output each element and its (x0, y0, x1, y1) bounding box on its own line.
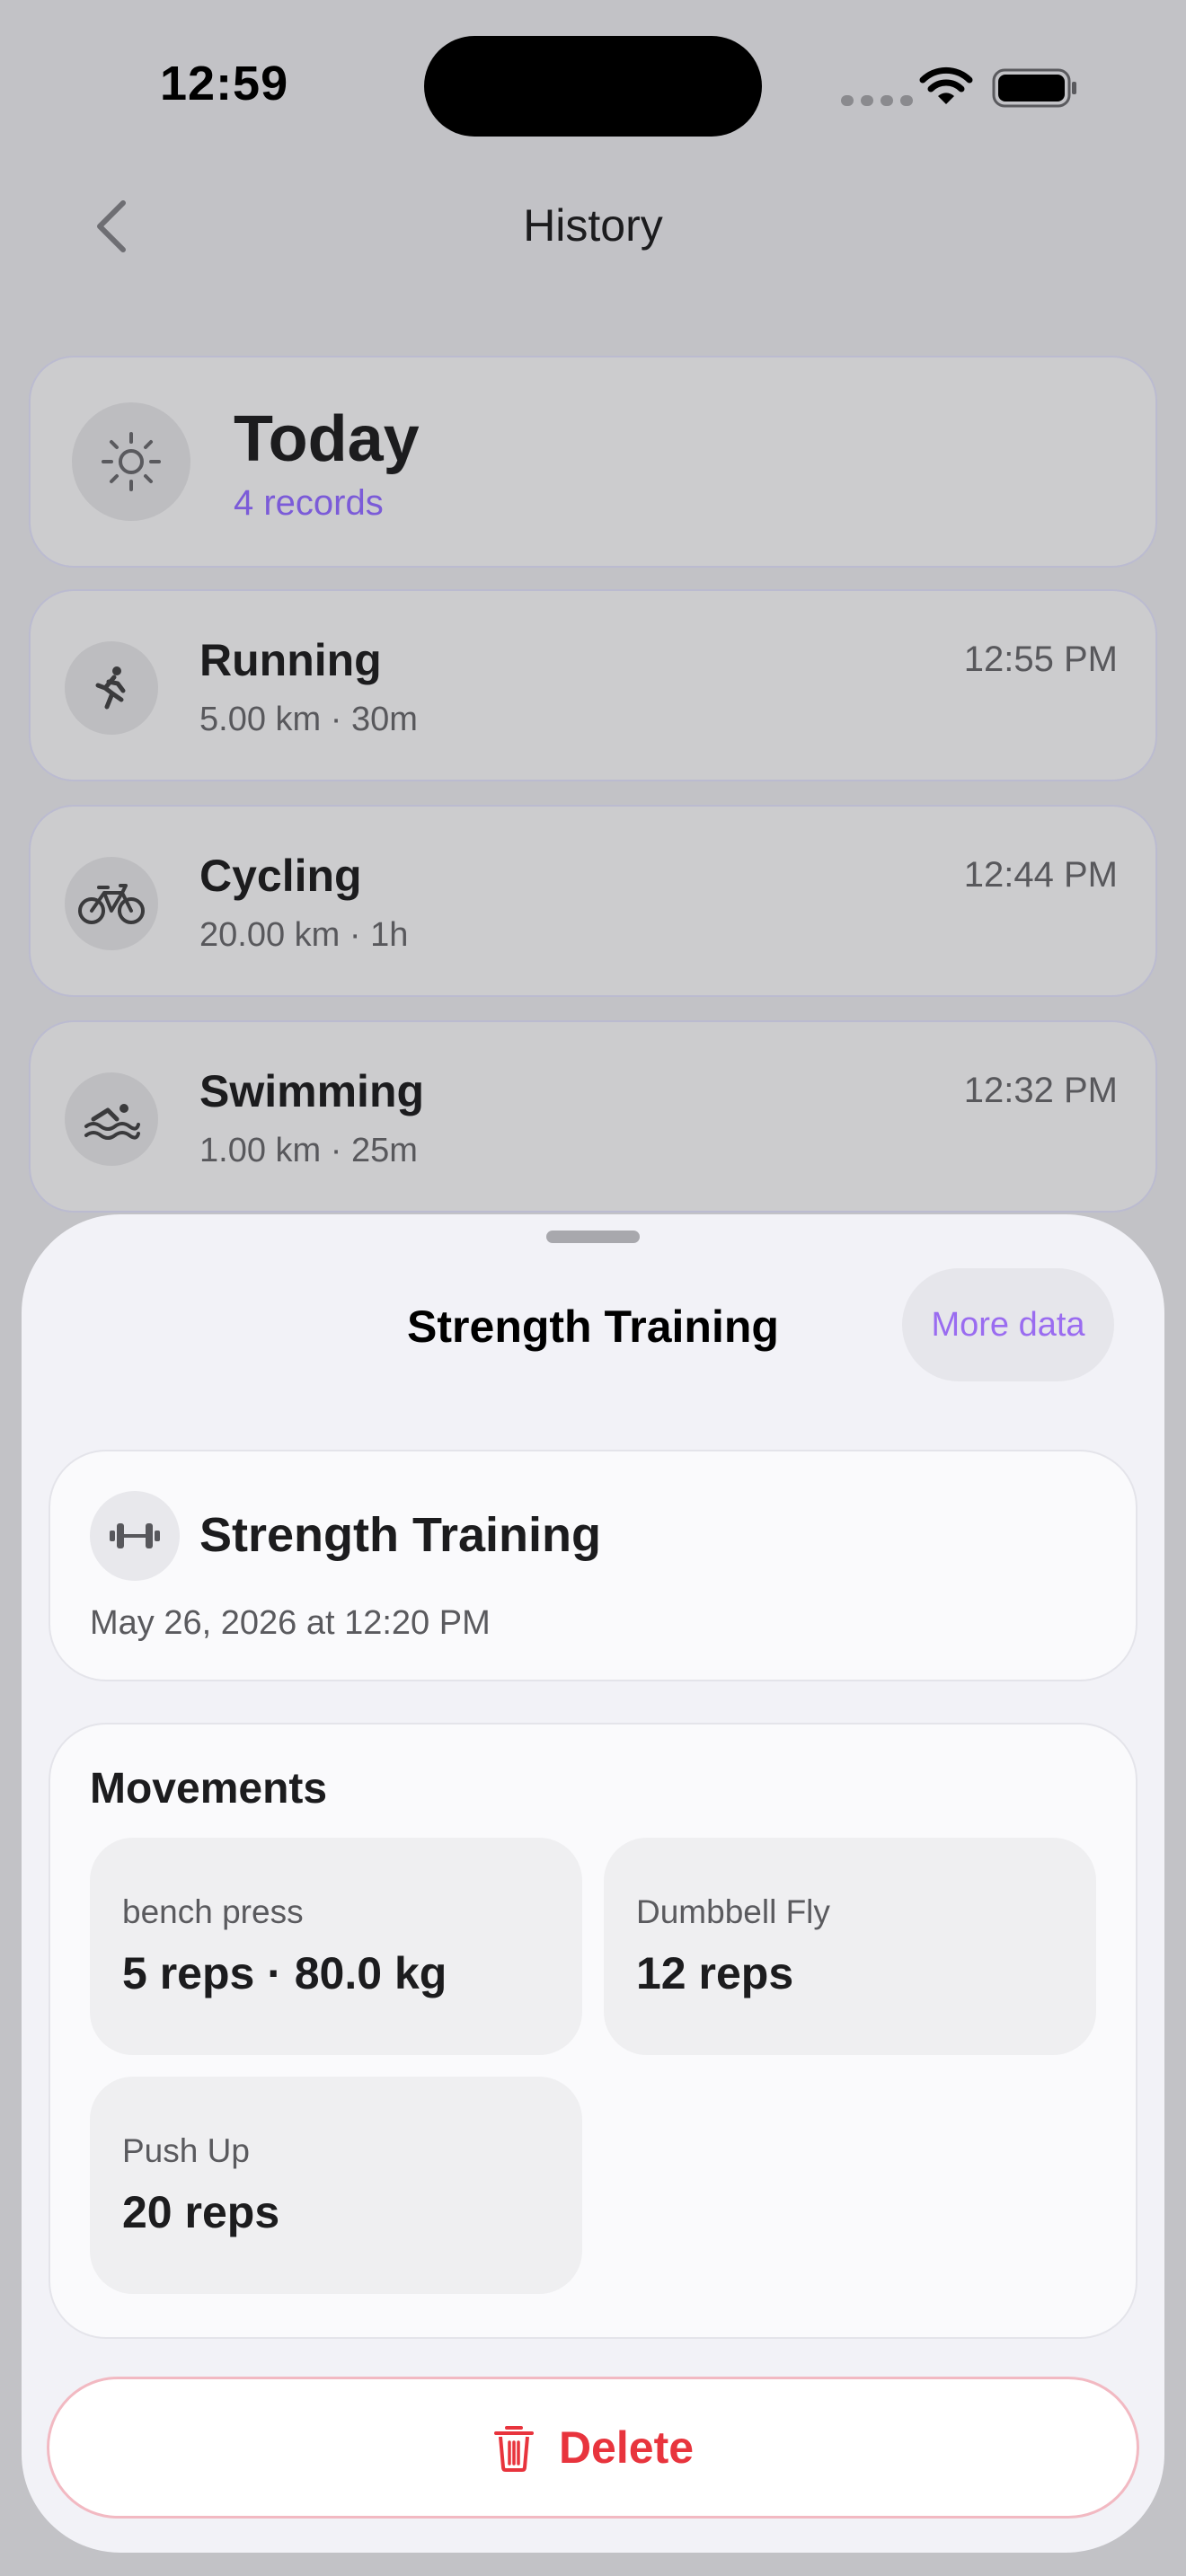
movement-name: Dumbbell Fly (636, 1893, 830, 1930)
movements-card: Movements bench press 5 reps · 80.0 kg D… (49, 1723, 1137, 2339)
movement-value: 20 reps (122, 2187, 280, 2237)
movement-value: 12 reps (636, 1948, 794, 1998)
activity-card-running[interactable]: Running 5.00 km · 30m 12:55 PM (29, 589, 1157, 781)
sun-icon (72, 402, 190, 521)
more-data-button[interactable]: More data (902, 1268, 1114, 1381)
movements-heading: Movements (90, 1765, 328, 1813)
movement-value: 5 reps · 80.0 kg (122, 1948, 447, 1998)
movement-tile: Push Up 20 reps (90, 2077, 582, 2294)
record-count: 4 records (234, 483, 384, 523)
sheet-grabber[interactable] (546, 1231, 640, 1243)
activity-title: Cycling (199, 851, 362, 901)
workout-date: May 26, 2026 at 12:20 PM (90, 1604, 491, 1642)
activity-card-swimming[interactable]: Swimming 1.00 km · 25m 12:32 PM (29, 1020, 1157, 1213)
activity-summary: 5.00 km · 30m (199, 701, 418, 738)
activity-summary: 20.00 km · 1h (199, 916, 409, 954)
trash-icon (493, 2426, 534, 2472)
activity-title: Running (199, 635, 382, 685)
status-bar: 12:59 (0, 0, 1186, 171)
delete-label: Delete (558, 2422, 695, 2473)
status-time: 12:59 (160, 57, 289, 110)
movement-tile: Dumbbell Fly 12 reps (604, 1838, 1096, 2055)
cellular-signal-icon (841, 95, 913, 106)
movement-tile: bench press 5 reps · 80.0 kg (90, 1838, 582, 2055)
dumbbell-icon (90, 1491, 180, 1581)
activity-summary: 1.00 km · 25m (199, 1132, 418, 1169)
activity-card-cycling[interactable]: Cycling 20.00 km · 1h 12:44 PM (29, 805, 1157, 997)
cycling-icon (65, 857, 158, 950)
wifi-icon (919, 66, 973, 104)
today-title: Today (234, 403, 420, 475)
delete-button[interactable]: Delete (47, 2377, 1139, 2519)
activity-time: 12:55 PM (963, 640, 1118, 679)
movement-name: Push Up (122, 2132, 250, 2169)
movement-name: bench press (122, 1893, 304, 1930)
today-header-card: Today 4 records (29, 356, 1157, 568)
workout-detail-card: Strength Training May 26, 2026 at 12:20 … (49, 1450, 1137, 1681)
detail-sheet: Strength Training More data Strength Tra… (22, 1214, 1164, 2553)
activity-time: 12:44 PM (963, 855, 1118, 895)
activity-title: Swimming (199, 1066, 425, 1116)
workout-title: Strength Training (199, 1508, 602, 1562)
running-icon (65, 641, 158, 735)
swimming-icon (65, 1072, 158, 1166)
dynamic-island (424, 36, 762, 137)
page-title: History (523, 200, 663, 251)
activity-time: 12:32 PM (963, 1071, 1118, 1110)
battery-icon (992, 68, 1076, 108)
